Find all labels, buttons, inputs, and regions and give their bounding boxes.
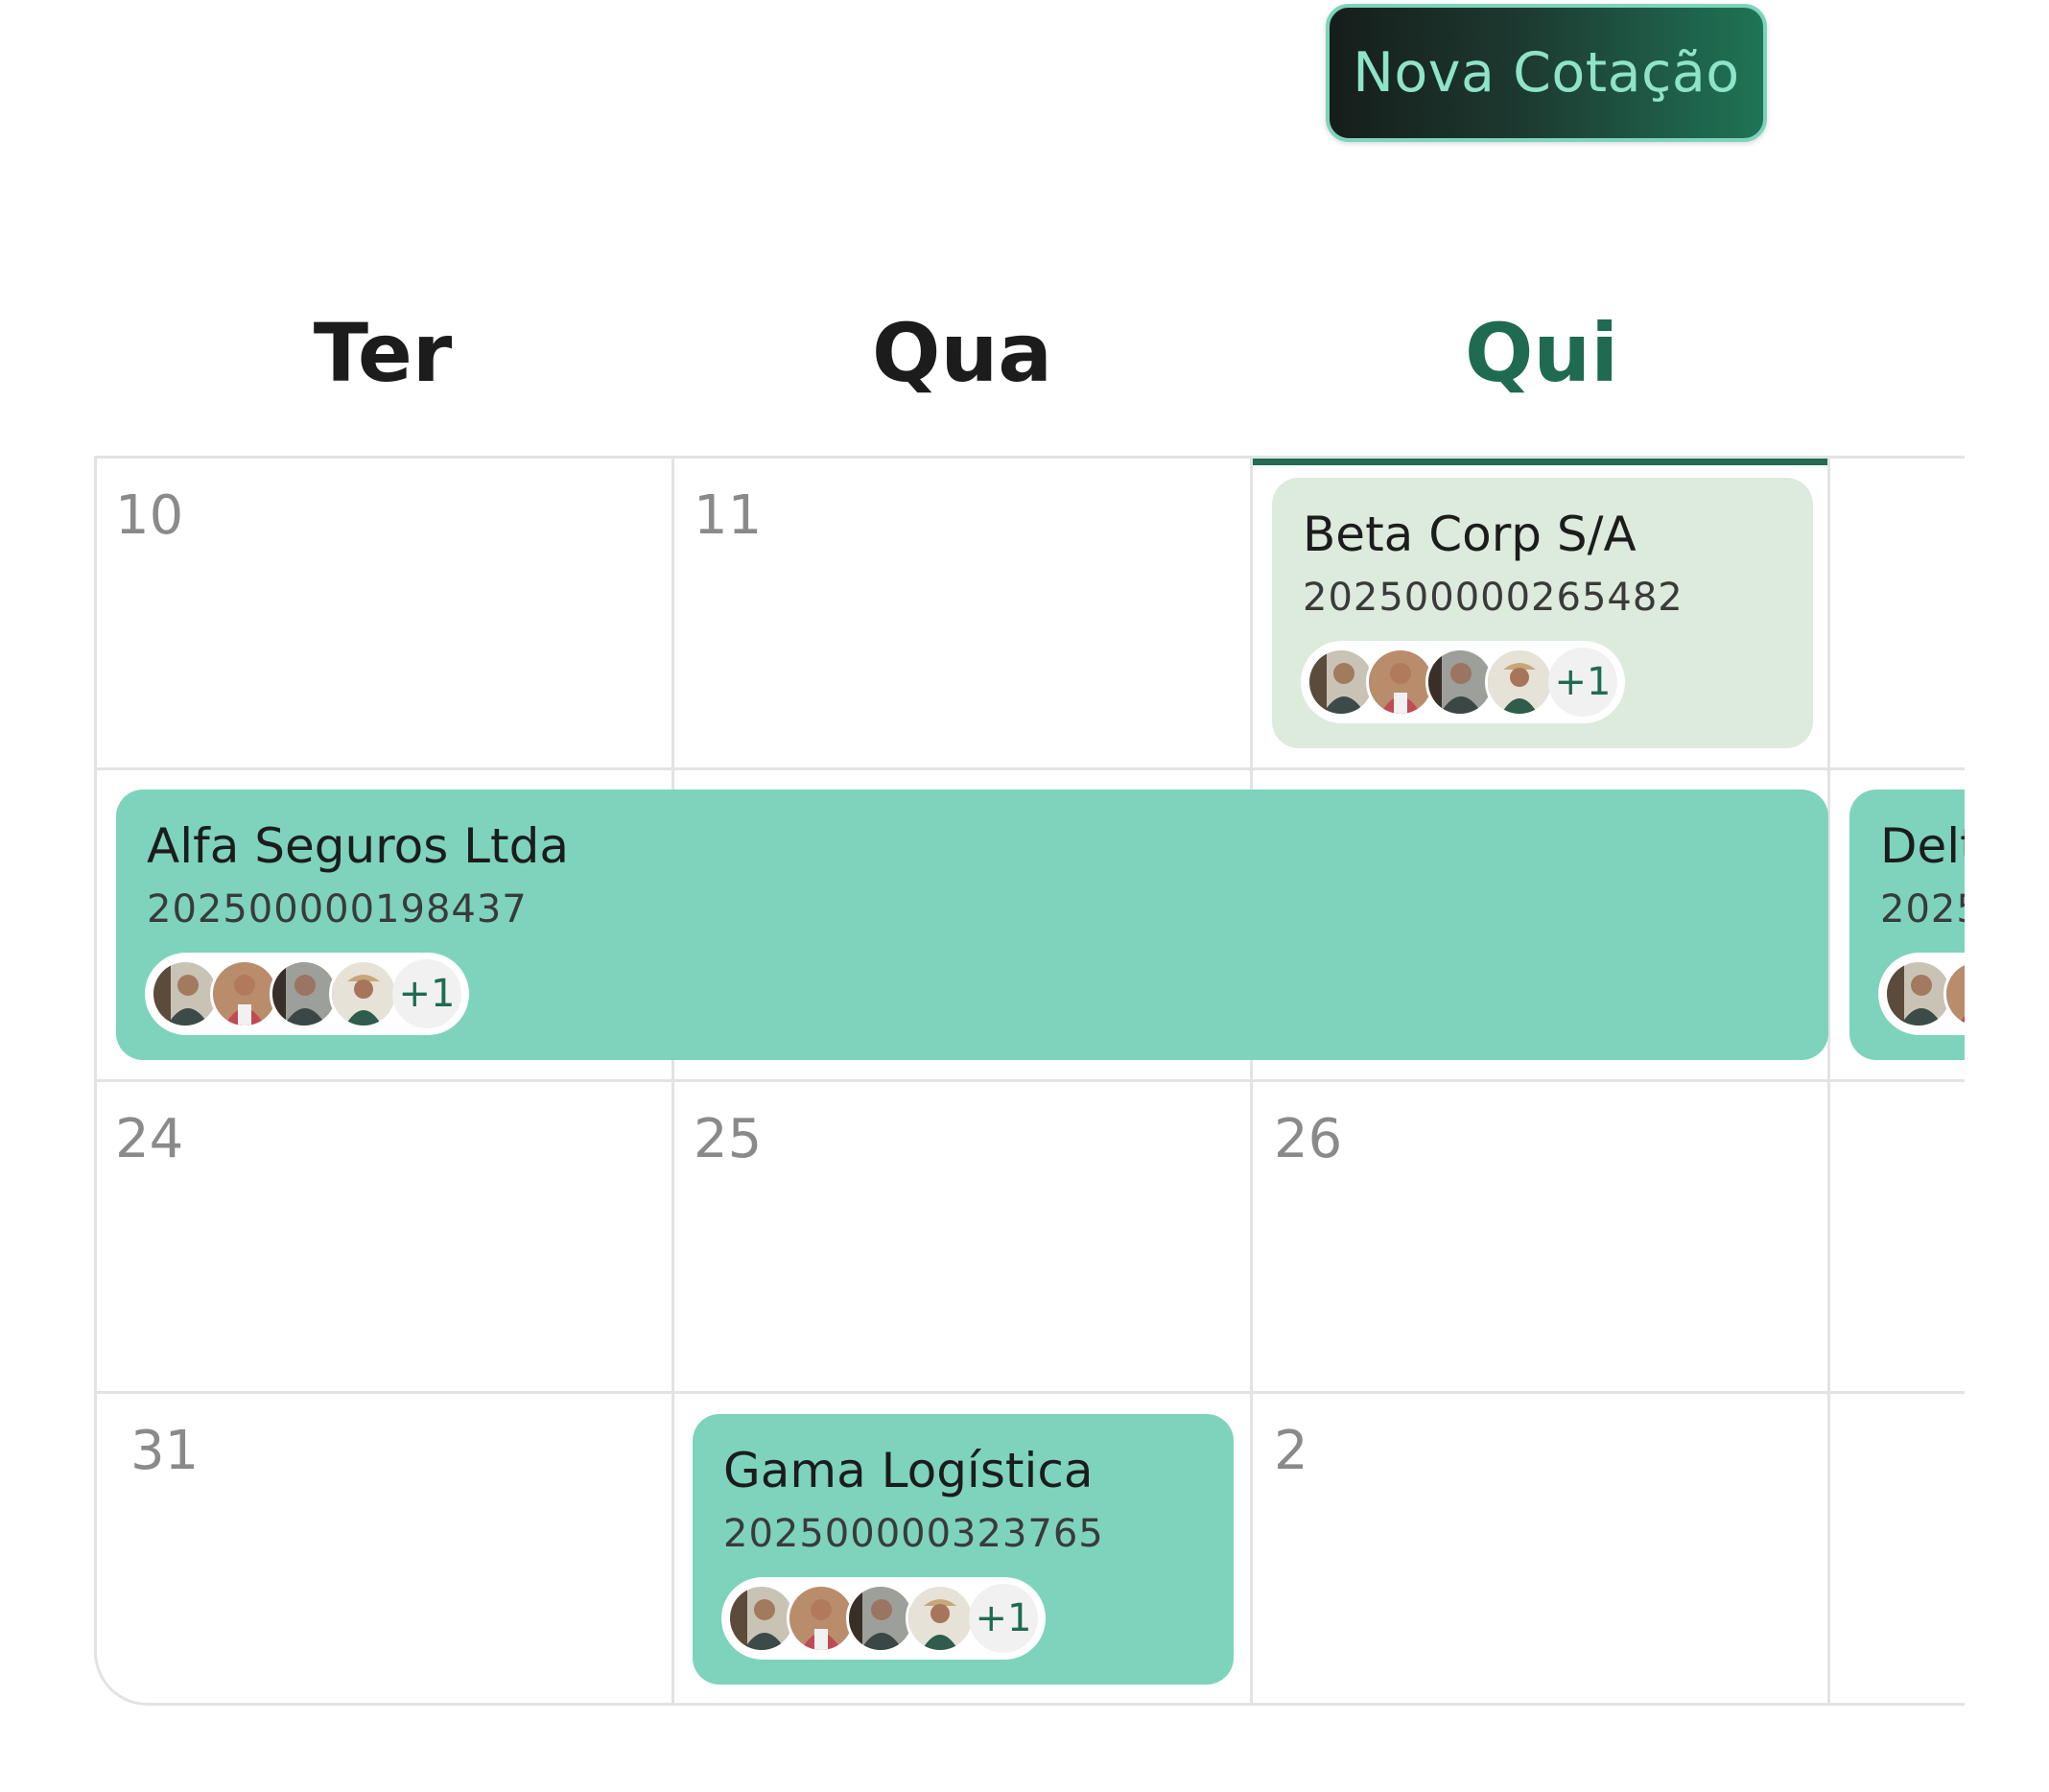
event-title: Alfa Seguros Ltda [147, 818, 569, 874]
weekday-header-wed: Qua [872, 306, 1052, 400]
event-title: Delt [1880, 818, 1965, 874]
more-participants-badge[interactable]: +1 [1548, 648, 1617, 717]
weekday-header-tue: Ter [313, 306, 453, 400]
avatar [1485, 648, 1554, 717]
avatar [329, 959, 398, 1028]
day-number[interactable]: 10 [115, 484, 183, 547]
day-number[interactable]: 2 [1274, 1420, 1308, 1482]
day-divider [1250, 456, 1253, 1706]
event-card[interactable]: Alfa Seguros Ltda 202500000198437 +1 [116, 790, 1828, 1060]
avatar-group[interactable]: +1 [145, 953, 469, 1035]
event-id: 202500000323765 [723, 1512, 1104, 1556]
event-card[interactable]: Beta Corp S/A 202500000265482 +1 [1272, 478, 1813, 748]
event-card[interactable]: Gama Logística 202500000323765 +1 [693, 1414, 1234, 1685]
week-divider [94, 767, 1965, 770]
avatar [1943, 959, 1965, 1028]
event-id: 2025 [1880, 887, 1965, 931]
event-id: 202500000198437 [147, 887, 528, 931]
day-divider [1827, 456, 1830, 1706]
avatar-group[interactable] [1878, 953, 1965, 1035]
week-divider [94, 1391, 1965, 1394]
day-number[interactable]: 11 [694, 484, 762, 547]
week-divider [94, 1079, 1965, 1082]
day-number[interactable]: 26 [1274, 1108, 1342, 1170]
avatar-group[interactable]: +1 [721, 1577, 1046, 1660]
avatar [906, 1584, 975, 1653]
weekday-header-thu: Qui [1464, 306, 1618, 400]
event-title: Beta Corp S/A [1303, 507, 1637, 562]
new-quote-button[interactable]: Nova Cotação [1326, 4, 1767, 142]
event-id: 202500000265482 [1303, 576, 1684, 620]
day-number[interactable]: 31 [130, 1420, 199, 1482]
more-participants-badge[interactable]: +1 [969, 1584, 1038, 1653]
day-divider [671, 456, 674, 1706]
more-participants-badge[interactable]: +1 [392, 959, 461, 1028]
avatar-group[interactable]: +1 [1301, 641, 1625, 723]
day-number[interactable]: 25 [694, 1108, 762, 1170]
day-number[interactable]: 24 [115, 1108, 183, 1170]
event-card[interactable]: Delt 2025 [1849, 790, 1965, 1060]
event-title: Gama Logística [723, 1443, 1094, 1498]
